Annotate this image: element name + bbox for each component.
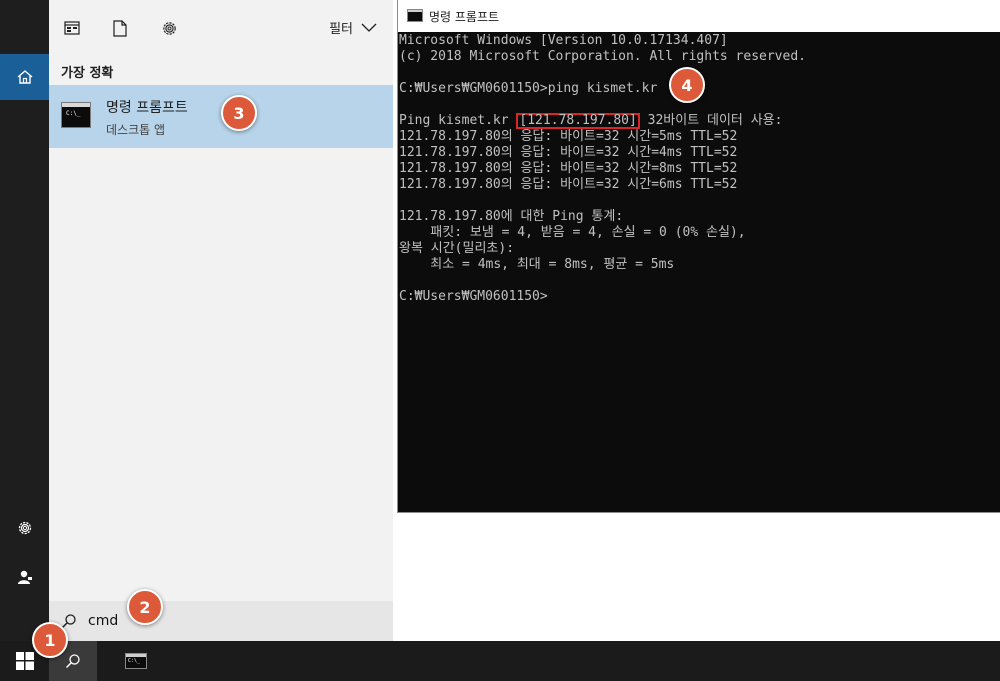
ping-header-line: Ping kismet.kr [121.78.197.80] 32바이트 데이터… xyxy=(399,113,1000,129)
search-filter-bar: 필터 xyxy=(49,0,393,56)
result-subtitle: 데스크톱 앱 xyxy=(106,123,166,137)
console-line: 최소 = 4ms, 최대 = 8ms, 평균 = 5ms xyxy=(399,257,675,272)
document-icon xyxy=(113,19,127,37)
search-box[interactable]: cmd xyxy=(49,601,393,641)
command-prompt-icon: C:\_ xyxy=(125,653,147,669)
start-menu-rail xyxy=(0,0,49,641)
best-match-heading: 가장 정확 xyxy=(61,66,114,81)
user-icon xyxy=(17,570,32,584)
console-line: 왕복 시간(밀리초): xyxy=(399,241,515,256)
filter-dropdown[interactable]: 필터 xyxy=(329,18,377,37)
gear-icon xyxy=(162,21,176,35)
step-marker-1: 1 xyxy=(32,622,68,658)
filter-label: 필터 xyxy=(329,22,353,37)
command-prompt-icon xyxy=(407,9,423,22)
command-prompt-icon: C:\_ xyxy=(61,102,91,128)
windows-logo-icon xyxy=(15,652,34,670)
settings-button[interactable] xyxy=(0,508,49,548)
search-icon xyxy=(61,614,76,629)
console-line: 패킷: 보냄 = 4, 받음 = 4, 손실 = 0 (0% 손실), xyxy=(399,225,746,240)
search-results-panel: 필터 가장 정확 C:\_ 명령 프롬프트 데스크톱 앱 cmd xyxy=(49,0,393,641)
console-line: 121.78.197.80의 응답: 바이트=32 시간=8ms TTL=52 xyxy=(399,161,738,176)
chevron-down-icon xyxy=(361,23,377,32)
step-marker-3: 3 xyxy=(221,95,257,131)
gear-icon xyxy=(18,521,31,535)
ping-prefix: Ping kismet.kr xyxy=(399,113,517,128)
ip-address-highlight: [121.78.197.80] xyxy=(516,113,640,129)
taskbar: C:\_ xyxy=(0,641,1000,681)
console-line: 121.78.197.80에 대한 Ping 통계: xyxy=(399,209,624,224)
step-marker-4: 4 xyxy=(669,67,705,103)
home-button[interactable] xyxy=(0,54,49,100)
taskbar-command-prompt[interactable]: C:\_ xyxy=(112,641,160,681)
settings-filter-button[interactable] xyxy=(159,18,179,38)
search-input[interactable]: cmd xyxy=(88,613,118,629)
apps-filter-button[interactable] xyxy=(62,18,82,38)
home-icon xyxy=(17,70,32,84)
documents-filter-button[interactable] xyxy=(110,18,130,38)
console-line: 121.78.197.80의 응답: 바이트=32 시간=5ms TTL=52 xyxy=(399,129,738,144)
console-line: (c) 2018 Microsoft Corporation. All righ… xyxy=(399,49,806,64)
step-marker-2: 2 xyxy=(127,589,163,625)
ping-suffix: 32바이트 데이터 사용: xyxy=(639,113,783,128)
console-line: 121.78.197.80의 응답: 바이트=32 시간=6ms TTL=52 xyxy=(399,177,738,192)
console-line: 121.78.197.80의 응답: 바이트=32 시간=4ms TTL=52 xyxy=(399,145,738,160)
window-title-bar[interactable]: 명령 프롬프트 xyxy=(398,0,1000,32)
window-title: 명령 프롬프트 xyxy=(429,10,500,24)
console-prompt-line: C:₩Users₩GM0601150> xyxy=(399,289,548,304)
console-output[interactable]: Microsoft Windows [Version 10.0.17134.40… xyxy=(399,32,1000,512)
search-icon xyxy=(65,654,80,669)
result-title: 명령 프롬프트 xyxy=(106,100,188,116)
console-line: Microsoft Windows [Version 10.0.17134.40… xyxy=(399,33,728,48)
user-accounts-button[interactable] xyxy=(0,557,49,597)
app-window-icon xyxy=(64,21,80,35)
